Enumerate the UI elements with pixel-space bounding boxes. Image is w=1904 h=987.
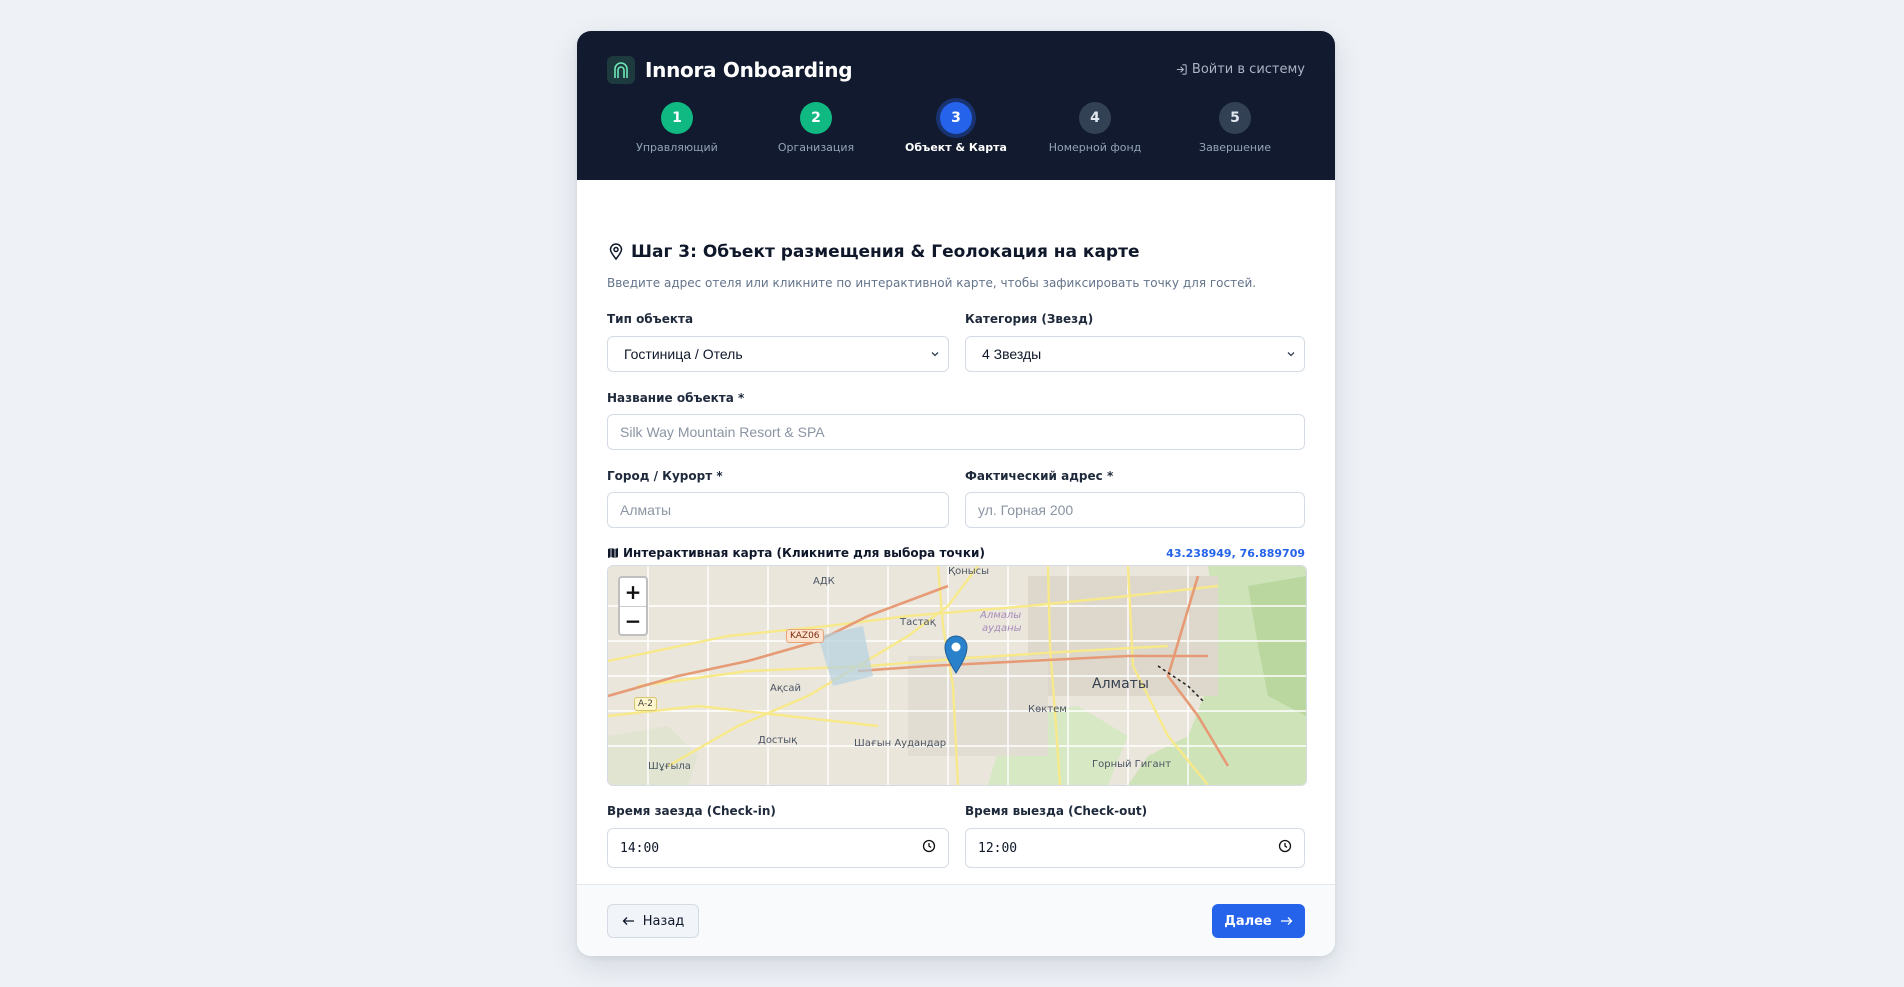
zoom-out-button[interactable]: − <box>620 606 646 635</box>
map-place-gigant: Горный Гигант <box>1092 759 1172 770</box>
zoom-controls: + − <box>618 576 648 636</box>
step-4[interactable]: 4 Номерной фонд <box>1025 102 1165 154</box>
step-label: Управляющий <box>636 141 718 154</box>
type-select-value: Гостиница / Отель <box>624 346 743 362</box>
step-label: Номерной фонд <box>1048 141 1142 154</box>
map-pin-icon <box>609 243 623 261</box>
step-label: Объект & Карта <box>905 141 1007 154</box>
checkout-time-input[interactable]: 12:00 <box>965 828 1305 868</box>
brand: Innora Onboarding <box>607 56 853 84</box>
checkout-label: Время выезда (Check-out) <box>965 804 1148 818</box>
step-number: 5 <box>1219 102 1251 134</box>
map-place-shugyla: Шұғыла <box>648 761 691 772</box>
next-button[interactable]: Далее <box>1212 904 1305 938</box>
chevron-down-icon <box>1287 352 1295 357</box>
header: Innora Onboarding Войти в систему 1 Упра… <box>577 31 1335 180</box>
map-place-adk: АДК <box>813 576 835 587</box>
login-link[interactable]: Войти в систему <box>1175 62 1305 77</box>
step-label: Организация <box>777 141 855 154</box>
step-number: 3 <box>940 102 972 134</box>
map-place-almaly: Алмалы <box>980 610 1022 621</box>
next-button-label: Далее <box>1224 913 1272 929</box>
map-place-konysy: Қонысы <box>948 566 990 577</box>
zoom-in-button[interactable]: + <box>620 578 646 606</box>
clock-icon[interactable] <box>922 839 936 853</box>
category-label: Категория (Звезд) <box>965 312 1094 326</box>
category-select-value: 4 Звезды <box>982 346 1042 362</box>
checkout-time-value: 12:00 <box>978 840 1018 856</box>
coordinates-readout: 43.238949, 76.889709 <box>1166 547 1305 560</box>
name-label: Название объекта * <box>607 391 745 405</box>
map-place-koktem: Көктем <box>1028 704 1067 715</box>
section-title: Шаг 3: Объект размещения & Геолокация на… <box>607 242 1139 262</box>
checkin-time-input[interactable]: 14:00 <box>607 828 949 868</box>
map-place-almaty: Алматы <box>1092 676 1149 692</box>
map-icon <box>608 548 618 558</box>
back-button[interactable]: Назад <box>607 904 699 938</box>
arrow-right-icon <box>1280 917 1293 925</box>
back-button-label: Назад <box>642 913 685 929</box>
road-badge-a2: A-2 <box>634 697 657 711</box>
section-title-text: Шаг 3: Объект размещения & Геолокация на… <box>631 242 1140 262</box>
clock-icon[interactable] <box>1278 839 1292 853</box>
step-number: 1 <box>661 102 693 134</box>
map-tiles <box>608 566 1306 785</box>
checkin-time-value: 14:00 <box>620 840 660 856</box>
step-1[interactable]: 1 Управляющий <box>607 102 747 154</box>
map-place-aksai: Ақсай <box>770 683 802 694</box>
map-marker-icon[interactable] <box>943 634 969 674</box>
address-input-placeholder: ул. Горная 200 <box>978 502 1074 518</box>
map-place-audany: ауданы <box>982 623 1022 634</box>
login-label: Войти в систему <box>1191 62 1305 77</box>
road-badge-kaz06: KAZ06 <box>786 629 824 643</box>
map-label: Интерактивная карта (Кликните для выбора… <box>607 546 985 560</box>
map-label-text: Интерактивная карта (Кликните для выбора… <box>623 546 985 560</box>
step-5[interactable]: 5 Завершение <box>1165 102 1305 154</box>
city-input[interactable]: Алматы <box>607 492 949 528</box>
type-select[interactable]: Гостиница / Отель <box>607 336 949 372</box>
step-number: 4 <box>1079 102 1111 134</box>
arrow-left-icon <box>622 917 634 925</box>
type-label: Тип объекта <box>607 312 694 326</box>
step-2[interactable]: 2 Организация <box>746 102 886 154</box>
step-label: Завершение <box>1199 141 1271 154</box>
address-input[interactable]: ул. Горная 200 <box>965 492 1305 528</box>
map-place-dostyk: Достық <box>758 735 798 746</box>
step-3[interactable]: 3 Объект & Карта <box>886 102 1026 154</box>
name-input-placeholder: Silk Way Mountain Resort & SPA <box>620 424 825 440</box>
login-icon <box>1176 64 1187 75</box>
arch-logo-icon <box>607 56 635 84</box>
interactive-map[interactable]: + − АДК Қонысы Алмалы ауданы Тастақ Ақса… <box>607 565 1307 786</box>
chevron-down-icon <box>931 352 939 357</box>
name-input[interactable]: Silk Way Mountain Resort & SPA <box>607 414 1305 450</box>
category-select[interactable]: 4 Звезды <box>965 336 1305 372</box>
map-place-shagyn: Шағын Аудандар <box>854 738 947 749</box>
city-input-placeholder: Алматы <box>620 502 672 518</box>
footer: Назад Далее <box>577 884 1335 956</box>
address-label: Фактический адрес * <box>965 469 1114 483</box>
city-label: Город / Курорт * <box>607 469 723 483</box>
map-place-tastak: Тастақ <box>900 617 936 628</box>
step-number: 2 <box>800 102 832 134</box>
section-subtitle: Введите адрес отеля или кликните по инте… <box>607 276 1257 290</box>
brand-name: Innora Onboarding <box>645 58 853 82</box>
checkin-label: Время заезда (Check-in) <box>607 804 776 818</box>
onboarding-card: Innora Onboarding Войти в систему 1 Упра… <box>577 31 1335 956</box>
